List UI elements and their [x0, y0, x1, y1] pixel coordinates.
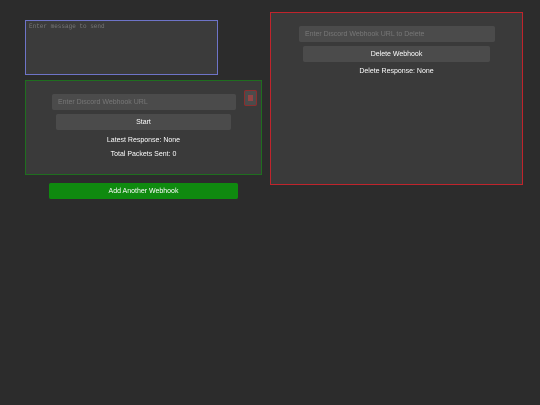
delete-response-text: Delete Response: None: [359, 68, 434, 75]
start-button[interactable]: Start: [56, 114, 231, 130]
total-packets-text: Total Packets Sent: 0: [110, 151, 177, 158]
remove-webhook-button[interactable]: [244, 90, 257, 106]
delete-webhook-panel: Delete Webhook Delete Response: None: [270, 12, 523, 185]
webhook-sender-page: Start Latest Response: None Total Packet…: [0, 0, 540, 405]
webhook-url-input[interactable]: [52, 94, 236, 110]
close-icon: [248, 95, 253, 101]
add-webhook-button[interactable]: Add Another Webhook: [49, 183, 238, 199]
delete-webhook-button[interactable]: Delete Webhook: [303, 46, 490, 62]
webhook-panel: Start Latest Response: None Total Packet…: [25, 80, 262, 175]
delete-webhook-url-input[interactable]: [299, 26, 495, 42]
message-textarea[interactable]: [25, 20, 218, 75]
latest-response-text: Latest Response: None: [106, 137, 181, 144]
